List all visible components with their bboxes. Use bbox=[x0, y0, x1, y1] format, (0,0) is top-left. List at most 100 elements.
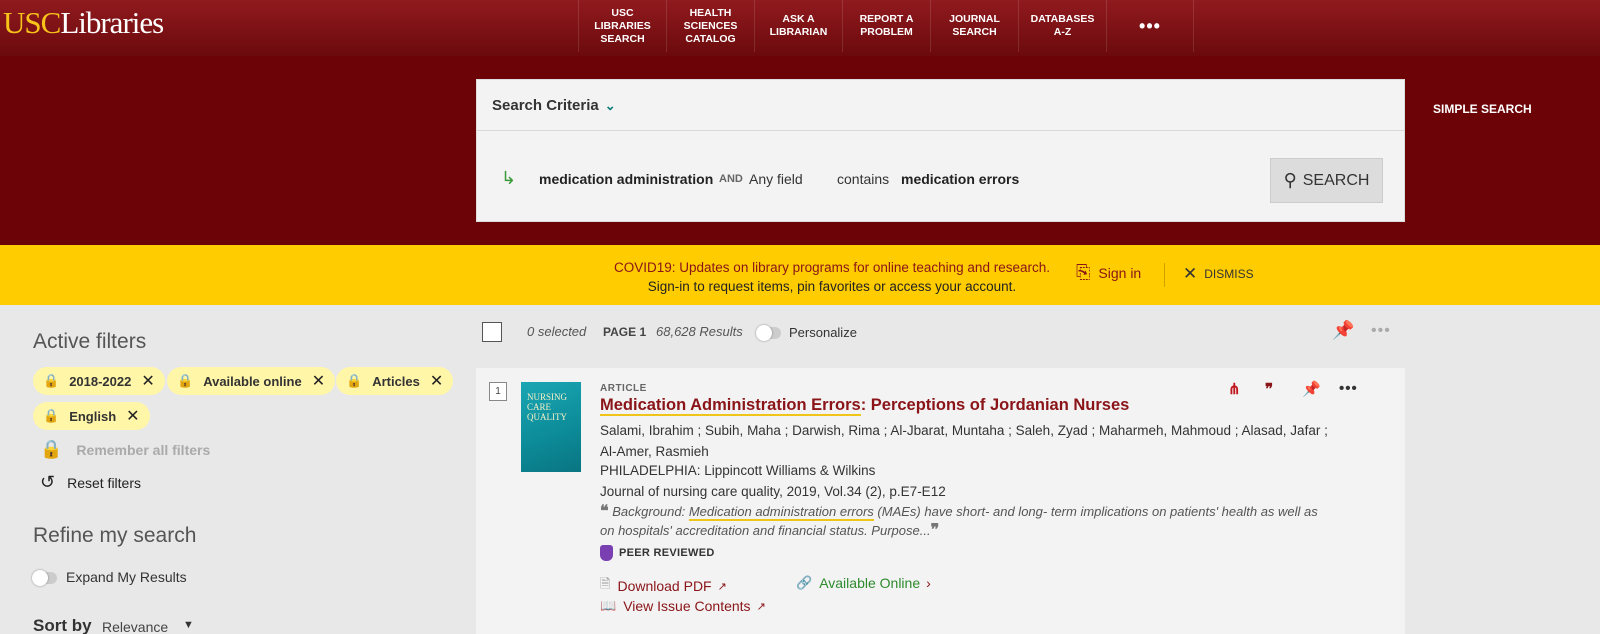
sort-by-select[interactable]: Relevance bbox=[102, 619, 168, 634]
cite-icon[interactable]: ❞ bbox=[1265, 380, 1273, 398]
download-pdf-link[interactable]: 🗎 Download PDF ↗ bbox=[600, 575, 727, 597]
book-icon: 📖 bbox=[600, 598, 617, 613]
query-match-type[interactable]: contains bbox=[837, 171, 889, 187]
nav-label: CATALOG bbox=[685, 32, 736, 45]
query-operator[interactable]: AND bbox=[719, 173, 743, 185]
snippet-highlight: Medication administration errors bbox=[688, 504, 874, 521]
query-field[interactable]: Any field bbox=[749, 171, 803, 187]
filter-chip-label: Articles bbox=[372, 373, 420, 389]
filter-chip-articles[interactable]: 🔒 Articles ✕ bbox=[336, 367, 454, 395]
nav-databases-a-z[interactable]: DATABASES A-Z bbox=[1018, 0, 1106, 52]
nav-usc-libraries-search[interactable]: USC LIBRARIES SEARCH bbox=[578, 0, 666, 52]
snippet-pre: Background: bbox=[612, 504, 689, 519]
pin-icon[interactable]: 📌 bbox=[1332, 320, 1354, 341]
nav-label: DATABASES bbox=[1030, 13, 1095, 25]
nav-label: REPORT A bbox=[859, 13, 914, 25]
filter-chip-available-online[interactable]: 🔒 Available online ✕ bbox=[167, 367, 336, 395]
nav-health-sciences-catalog[interactable]: HEALTH SCIENCES CATALOG bbox=[666, 0, 754, 52]
banner-message: COVID19: Updates on library programs for… bbox=[614, 258, 1050, 296]
result-publisher: PHILADELPHIA: Lippincott Williams & Wilk… bbox=[600, 463, 876, 478]
usc-libraries-logo[interactable]: USCLibraries bbox=[3, 5, 164, 41]
remove-filter-icon[interactable]: ✕ bbox=[312, 371, 325, 391]
expand-results-label: Expand My Results bbox=[66, 569, 187, 585]
result-title[interactable]: Medication Administration Errors: Percep… bbox=[600, 396, 1130, 416]
nav-label: SEARCH bbox=[600, 32, 645, 45]
query-row: ↳ medication administration AND Any fiel… bbox=[477, 136, 1404, 222]
select-all-checkbox[interactable] bbox=[482, 322, 502, 342]
filter-chip-label: 2018-2022 bbox=[69, 373, 132, 389]
sign-in-button[interactable]: ⎘ Sign in bbox=[1076, 262, 1141, 283]
active-filters-heading: Active filters bbox=[33, 330, 147, 353]
open-quote-icon: ❝ bbox=[600, 503, 609, 520]
main-nav: USC LIBRARIES SEARCH HEALTH SCIENCES CATALOG… bbox=[578, 0, 1194, 52]
item-more-icon[interactable]: ••• bbox=[1339, 380, 1358, 397]
lock-icon[interactable]: 🔒 bbox=[43, 373, 59, 389]
filter-chip-date[interactable]: 🔒 2018-2022 ✕ bbox=[33, 367, 165, 395]
citation-trail-icon[interactable]: ⋔ bbox=[1228, 380, 1241, 398]
banner-line-2: Sign-in to request items, pin favorites … bbox=[647, 279, 1017, 294]
search-criteria-toggle[interactable]: Search Criteria ⌄ bbox=[477, 80, 1404, 131]
nav-more-button[interactable]: ••• bbox=[1106, 0, 1194, 52]
nav-label: LIBRARIES bbox=[594, 19, 651, 32]
lock-icon: 🔒 bbox=[40, 439, 63, 459]
dismiss-button[interactable]: ✕ DISMISS bbox=[1183, 264, 1254, 284]
download-label: Download PDF bbox=[617, 578, 712, 594]
remember-label: Remember all filters bbox=[76, 441, 211, 458]
personalize-label[interactable]: Personalize bbox=[789, 325, 857, 340]
nav-label: LIBRARIAN bbox=[769, 26, 828, 38]
filter-chip-label: Available online bbox=[203, 373, 302, 389]
personalize-toggle[interactable] bbox=[756, 325, 781, 341]
peer-reviewed-badge: PEER REVIEWED bbox=[600, 545, 715, 561]
nav-label: USC bbox=[611, 6, 634, 19]
result-journal: Journal of nursing care quality, 2019, V… bbox=[600, 484, 946, 499]
title-rest: : Perceptions of Jordanian Nurses bbox=[860, 396, 1130, 414]
pin-item-icon[interactable]: 📌 bbox=[1302, 380, 1321, 398]
remove-filter-icon[interactable]: ✕ bbox=[141, 371, 154, 391]
nav-label: PROBLEM bbox=[860, 26, 913, 38]
nav-journal-search[interactable]: JOURNAL SEARCH bbox=[930, 0, 1018, 52]
refine-heading: Refine my search bbox=[33, 524, 197, 547]
peer-reviewed-icon bbox=[600, 545, 613, 561]
remove-filter-icon[interactable]: ✕ bbox=[430, 371, 443, 391]
result-index[interactable]: 1 bbox=[489, 382, 507, 401]
result-item[interactable]: 1 NURSING CARE QUALITY ARTICLE Medicatio… bbox=[476, 368, 1405, 634]
nav-label: HEALTH bbox=[689, 6, 732, 19]
query-arrow-icon: ↳ bbox=[501, 168, 517, 188]
nav-label: JOURNAL bbox=[949, 13, 1000, 25]
view-issue-contents-link[interactable]: 📖 View Issue Contents ↗ bbox=[600, 598, 766, 614]
nav-label: SCIENCES bbox=[683, 19, 738, 32]
sort-by-label: Sort by bbox=[33, 616, 92, 634]
nav-report-a-problem[interactable]: REPORT A PROBLEM bbox=[842, 0, 930, 52]
cover-thumbnail[interactable]: NURSING CARE QUALITY bbox=[521, 382, 581, 472]
page-indicator: PAGE 1 bbox=[603, 325, 647, 339]
available-online-link[interactable]: 🔗 Available Online › bbox=[796, 575, 931, 591]
lock-icon[interactable]: 🔒 bbox=[43, 408, 59, 424]
simple-search-link[interactable]: SIMPLE SEARCH bbox=[1433, 102, 1532, 116]
search-button[interactable]: ⚲ SEARCH bbox=[1270, 158, 1383, 203]
reset-icon: ↺ bbox=[40, 472, 56, 492]
view-issue-label: View Issue Contents bbox=[623, 598, 751, 614]
reset-filters-button[interactable]: ↺ Reset filters bbox=[40, 472, 141, 493]
query-term-1[interactable]: medication administration bbox=[539, 171, 713, 187]
close-icon: ✕ bbox=[1183, 264, 1198, 283]
covid-banner: COVID19: Updates on library programs for… bbox=[0, 245, 1600, 305]
title-highlight: Medication Administration Errors bbox=[600, 396, 861, 416]
remove-filter-icon[interactable]: ✕ bbox=[126, 406, 139, 426]
banner-divider bbox=[1164, 263, 1165, 287]
logo-usc: USC bbox=[3, 5, 61, 40]
expand-results-toggle[interactable] bbox=[32, 570, 57, 586]
nav-ask-a-librarian[interactable]: ASK A LIBRARIAN bbox=[754, 0, 842, 52]
selected-count: 0 selected bbox=[527, 324, 587, 339]
search-panel: Search Criteria ⌄ ↳ medication administra… bbox=[476, 79, 1405, 222]
caret-down-icon[interactable]: ▼ bbox=[183, 619, 194, 631]
sign-in-label: Sign in bbox=[1098, 264, 1142, 281]
lock-icon[interactable]: 🔒 bbox=[177, 373, 193, 389]
banner-line-1[interactable]: COVID19: Updates on library programs for… bbox=[614, 258, 1050, 277]
filter-chip-english[interactable]: 🔒 English ✕ bbox=[33, 402, 150, 430]
close-quote-icon: ❞ bbox=[930, 522, 940, 539]
query-term-2[interactable]: medication errors bbox=[901, 171, 1019, 187]
result-snippet: ❝ Background: Medication administration … bbox=[600, 502, 1320, 540]
lock-icon[interactable]: 🔒 bbox=[346, 373, 362, 389]
more-actions-icon[interactable]: ••• bbox=[1371, 322, 1391, 340]
remember-all-filters-button[interactable]: 🔒 Remember all filters bbox=[40, 439, 210, 460]
